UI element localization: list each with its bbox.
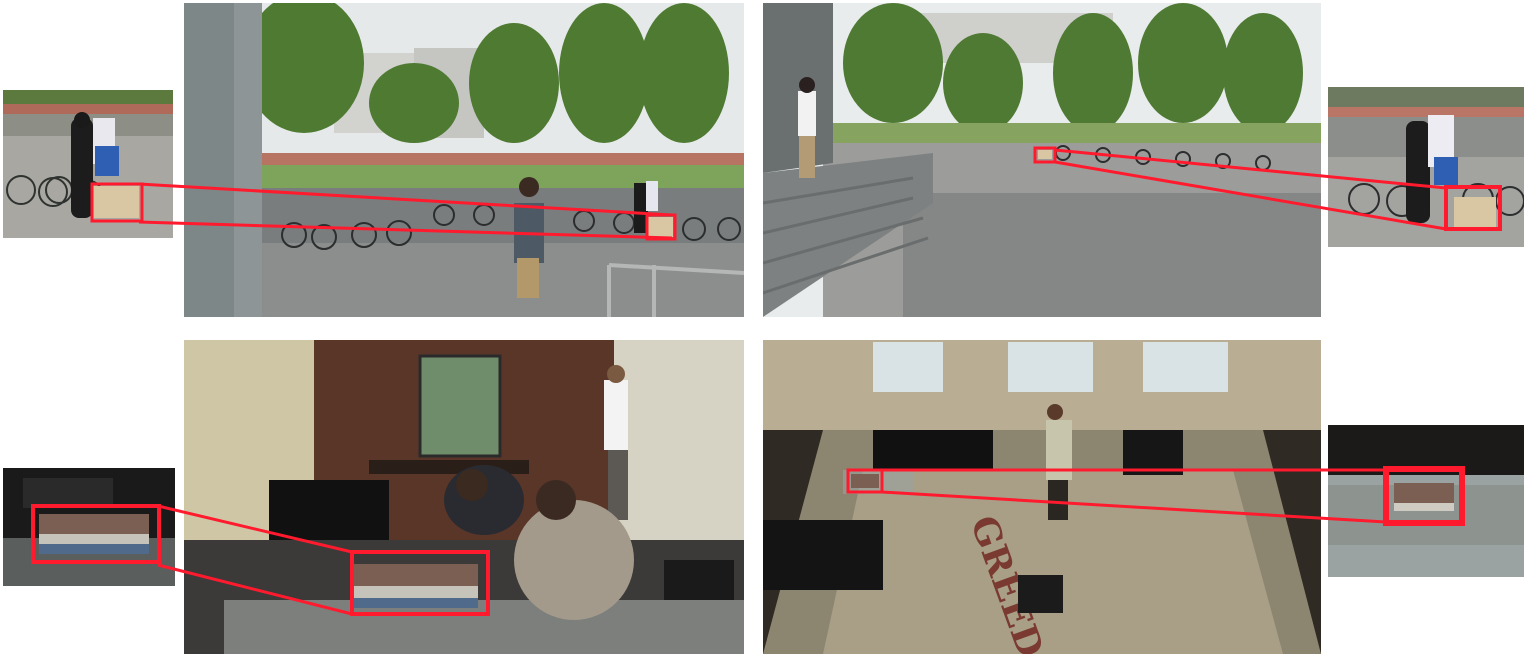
scene-image <box>763 3 1321 317</box>
zoom-inset-office-1 <box>3 468 175 586</box>
zoom-inset-campus-2 <box>1328 87 1524 247</box>
scene-image: GREED <box>763 340 1321 654</box>
scene-image <box>184 3 744 317</box>
box-object <box>647 217 673 237</box>
zoom-inset-office-2 <box>1328 425 1524 577</box>
zoom-inset-image <box>3 90 173 238</box>
scene-office-2: GREED <box>763 340 1321 654</box>
box-object <box>93 186 139 218</box>
scene-campus-2 <box>763 3 1321 317</box>
zoom-inset-image <box>1328 425 1524 577</box>
zoom-inset-image <box>3 468 175 586</box>
box-object <box>1454 197 1496 227</box>
scene-office-1 <box>184 340 744 654</box>
scene-campus-1 <box>184 3 744 317</box>
zoom-inset-image <box>1328 87 1524 247</box>
box-object <box>1038 150 1052 159</box>
zoom-inset-campus-1 <box>3 90 173 238</box>
scene-image <box>184 340 744 654</box>
